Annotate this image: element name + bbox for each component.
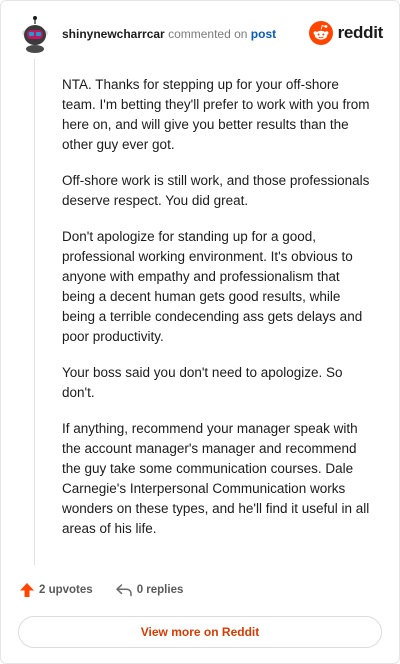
thread-line [34,59,35,565]
comment-body: NTA. Thanks for stepping up for your off… [62,75,374,555]
username-link[interactable]: shinynewcharrcar [62,27,165,41]
comment-paragraph: Your boss said you don't need to apologi… [62,365,343,400]
action-text: commented on [168,27,248,41]
comment-paragraph: Don't apologize for standing up for a go… [62,229,363,344]
reply-arrow-icon [115,584,132,597]
comment-paragraph: If anything, recommend your manager spea… [62,421,370,536]
upvote-arrow-icon [20,583,34,597]
reddit-wordmark: reddit [337,23,384,42]
comment-footer: 2 upvotes 0 replies [19,582,183,598]
post-link[interactable]: post [251,27,276,41]
replies-label: 0 replies [136,584,184,596]
comment-embed-card: shinynewcharrcar commented on post reddi… [0,0,400,664]
reddit-logo-icon [308,21,333,45]
snoo-avatar-icon [22,16,48,53]
comment-paragraph: NTA. Thanks for stepping up for your off… [62,77,370,152]
replies-stat[interactable]: 0 replies [115,582,184,598]
comment-paragraph: Off-shore work is still work, and those … [62,173,370,208]
upvotes-stat[interactable]: 2 upvotes [19,582,93,598]
user-avatar[interactable] [19,15,51,53]
comment-header: shinynewcharrcar commented on post [62,26,276,42]
view-more-button[interactable]: View more on Reddit [18,616,382,648]
reddit-brand[interactable]: reddit [308,21,384,45]
upvotes-label: 2 upvotes [39,584,93,596]
